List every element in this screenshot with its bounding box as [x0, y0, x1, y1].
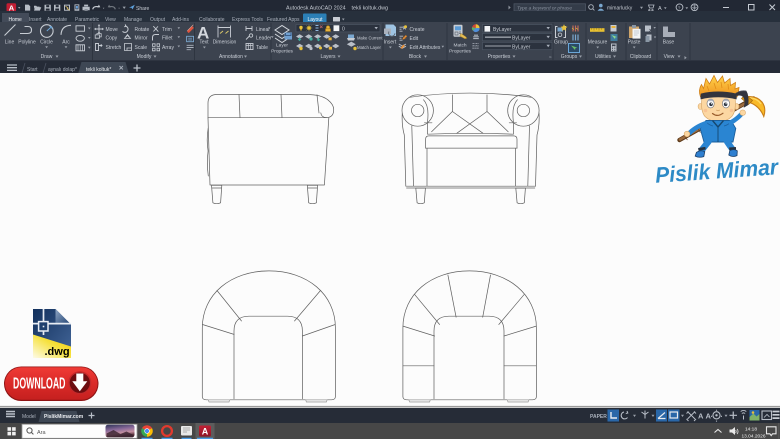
svg-text:14:18: 14:18 [745, 426, 757, 432]
svg-text:Base: Base [663, 40, 675, 46]
svg-text:Properties: Properties [449, 49, 471, 55]
svg-text:Text: Text [199, 40, 209, 46]
svg-text:ByLayer: ByLayer [493, 27, 512, 33]
svg-text:.dwg: .dwg [45, 346, 70, 358]
svg-text:Dimension: Dimension [213, 40, 237, 46]
svg-text:PAPER: PAPER [590, 414, 607, 420]
svg-text:ByLayer: ByLayer [512, 45, 531, 51]
svg-text:Pislik Mimar: Pislik Mimar [654, 154, 780, 188]
svg-text:aynalı dolap*: aynalı dolap* [48, 67, 77, 73]
svg-text:Properties: Properties [488, 54, 511, 60]
svg-text:DOWNLOAD: DOWNLOAD [13, 376, 66, 393]
svg-text:Modify: Modify [137, 54, 152, 60]
svg-text:Utilities: Utilities [595, 54, 612, 60]
svg-text:View: View [664, 54, 675, 60]
svg-text:Ara: Ara [37, 430, 47, 436]
svg-text:Measure: Measure [588, 40, 608, 46]
svg-text:Line: Line [5, 40, 15, 46]
svg-text:Scale: Scale [135, 45, 148, 51]
svg-text:Trim: Trim [162, 27, 172, 33]
svg-text:Stretch: Stretch [106, 45, 122, 51]
svg-text:Layer: Layer [276, 42, 288, 48]
svg-text:0: 0 [342, 27, 345, 33]
svg-text:Move: Move [106, 27, 118, 33]
svg-text:Arc: Arc [62, 40, 70, 46]
svg-text:Clipboard: Clipboard [630, 54, 652, 60]
svg-text:Create: Create [410, 27, 425, 33]
svg-text:Start: Start [27, 67, 38, 73]
svg-text:Fillet: Fillet [162, 36, 173, 42]
svg-text:»: » [549, 56, 552, 61]
svg-text:Model: Model [22, 414, 36, 420]
svg-text:Leader: Leader [256, 36, 272, 42]
svg-text:13.04.2026: 13.04.2026 [742, 433, 766, 439]
svg-text:Mirror: Mirror [135, 36, 148, 42]
svg-text:tekli koltuk*: tekli koltuk* [86, 67, 111, 73]
svg-text:Paste: Paste [628, 40, 641, 46]
svg-text:Edit Attributes: Edit Attributes [410, 45, 441, 51]
svg-text:ByLayer: ByLayer [512, 36, 531, 42]
svg-text:Table: Table [256, 45, 268, 51]
svg-text:A: A [698, 412, 704, 421]
svg-text:Draw: Draw [41, 54, 53, 60]
svg-text:A: A [706, 412, 712, 421]
svg-text:Group: Group [554, 40, 568, 46]
svg-text:Linear: Linear [256, 27, 270, 33]
svg-text:Copy: Copy [106, 36, 118, 42]
svg-text:Match: Match [453, 42, 466, 48]
svg-text:Polyline: Polyline [18, 40, 36, 46]
svg-text:Insert: Insert [384, 40, 397, 46]
svg-text:Groups: Groups [561, 54, 578, 60]
svg-text:Layers: Layers [320, 54, 336, 60]
svg-text:Annotation: Annotation [219, 54, 243, 60]
svg-text:Array: Array [162, 45, 174, 51]
svg-text:Make Current: Make Current [357, 36, 383, 41]
svg-text:Rotate: Rotate [135, 27, 150, 33]
svg-text:Block: Block [409, 54, 422, 60]
svg-text:Circle: Circle [40, 40, 53, 46]
svg-text:PislikMimar.com: PislikMimar.com [44, 414, 84, 420]
svg-text:A: A [202, 426, 209, 436]
svg-text:Match Layer: Match Layer [357, 45, 381, 50]
svg-text:Properties: Properties [271, 49, 293, 55]
svg-text:Edit: Edit [410, 36, 419, 42]
